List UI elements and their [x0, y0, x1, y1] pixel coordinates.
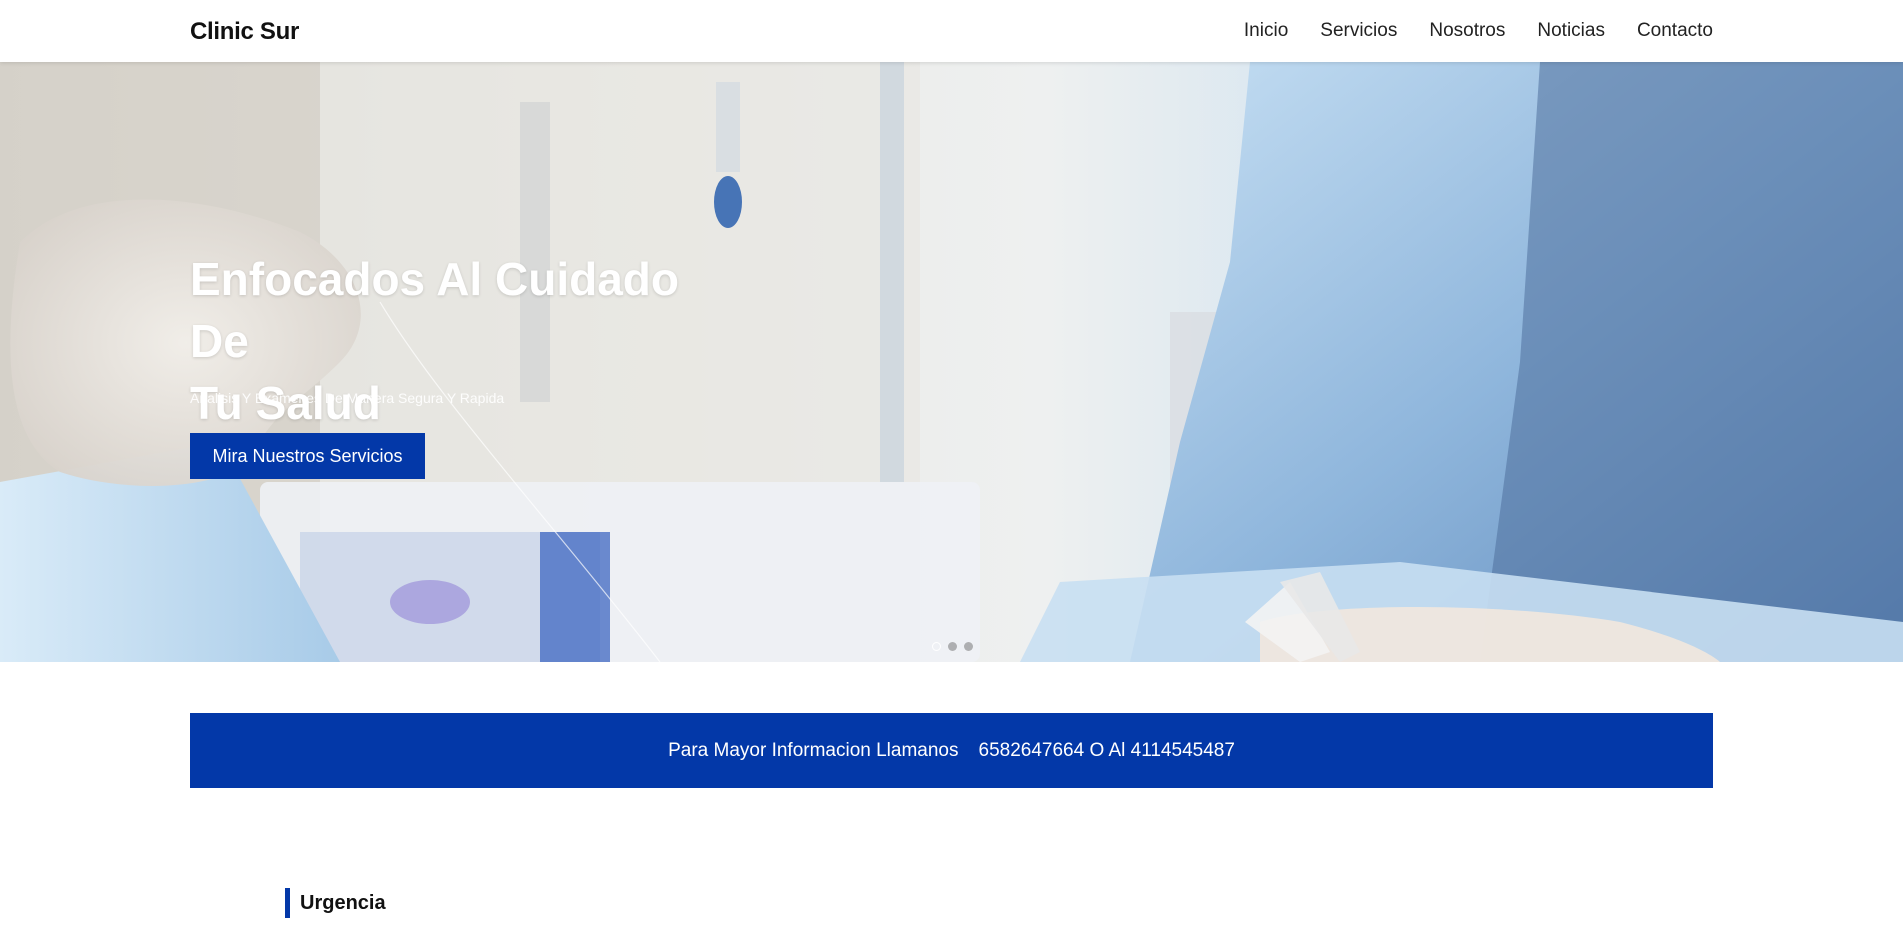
hero-subtitle: Analisis Y Examenes De Manera Segura Y R…: [190, 390, 505, 406]
carousel-dot-1[interactable]: [932, 642, 941, 651]
nav-servicios[interactable]: Servicios: [1320, 20, 1397, 42]
nav-contacto[interactable]: Contacto: [1637, 20, 1713, 42]
hero-carousel: Enfocados Al Cuidado De Tu Salud Analisi…: [0, 62, 1903, 662]
section-accent-bar: [285, 888, 290, 918]
contact-info-bar: Para Mayor Informacion Llamanos 65826476…: [190, 713, 1713, 788]
carousel-dot-2[interactable]: [948, 642, 957, 651]
hero-title: Enfocados Al Cuidado De Tu Salud: [190, 248, 750, 434]
nav-inicio[interactable]: Inicio: [1244, 20, 1288, 42]
brand-logo[interactable]: Clinic Sur: [190, 18, 299, 46]
section-heading: Urgencia: [285, 888, 386, 918]
carousel-dot-3[interactable]: [964, 642, 973, 651]
hero-title-line-1: Enfocados Al Cuidado De: [190, 253, 679, 367]
section-title: Urgencia: [300, 891, 386, 914]
top-navbar: Clinic Sur Inicio Servicios Nosotros Not…: [0, 0, 1903, 62]
nav-nosotros[interactable]: Nosotros: [1429, 20, 1505, 42]
nav-noticias[interactable]: Noticias: [1537, 20, 1605, 42]
carousel-indicators: [932, 642, 973, 651]
contact-info-label: Para Mayor Informacion Llamanos: [668, 739, 959, 761]
contact-phone-numbers[interactable]: 6582647664 O Al 4114545487: [979, 740, 1235, 762]
view-services-button[interactable]: Mira Nuestros Servicios: [190, 433, 425, 479]
main-nav: Inicio Servicios Nosotros Noticias Conta…: [1244, 20, 1713, 42]
